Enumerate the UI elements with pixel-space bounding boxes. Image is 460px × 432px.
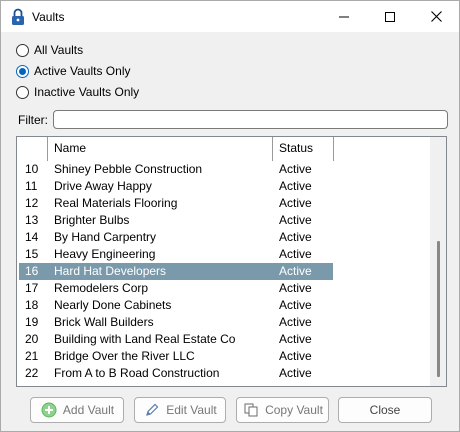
table-row[interactable]: 19 Brick Wall Builders Active [17, 314, 431, 331]
row-status: Active [279, 162, 312, 176]
row-number: 11 [25, 179, 38, 193]
row-name: Heavy Engineering [54, 247, 156, 261]
list-header: Name Status [17, 137, 431, 161]
row-status: Active [279, 349, 312, 363]
row-status: Active [279, 196, 312, 210]
table-row[interactable]: 16 Hard Hat Developers Active [17, 263, 431, 280]
table-row[interactable]: 22 From A to B Road Construction Active [17, 365, 431, 382]
scrollbar-thumb[interactable] [437, 241, 440, 377]
copy-vault-label: Copy Vault [265, 403, 323, 417]
row-number: 15 [25, 247, 39, 261]
row-number: 16 [25, 264, 39, 278]
row-number: 18 [25, 298, 39, 312]
table-row[interactable]: 15 Heavy Engineering Active [17, 246, 431, 263]
radio-label: All Vaults [34, 43, 84, 57]
radio-inactive-vaults[interactable]: Inactive Vaults Only [16, 85, 139, 99]
copy-vault-button[interactable]: Copy Vault [236, 397, 329, 423]
table-row[interactable]: 17 Remodelers Corp Active [17, 280, 431, 297]
row-status: Active [279, 366, 312, 380]
row-name: Drive Away Happy [54, 179, 152, 193]
table-row[interactable]: 20 Building with Land Real Estate Co Activ… [17, 331, 431, 348]
edit-vault-button[interactable]: Edit Vault [134, 397, 226, 423]
edit-vault-label: Edit Vault [166, 403, 217, 417]
table-row[interactable]: 12 Real Materials Flooring Active [17, 195, 431, 212]
vaults-list[interactable]: Name Status 10 Shiney Pebble Construction… [16, 136, 447, 387]
close-window-button[interactable] [413, 1, 459, 32]
row-name: Bridge Over the River LLC [54, 349, 195, 363]
padlock-icon [12, 8, 24, 25]
copy-icon [242, 401, 260, 419]
row-status: Active [279, 213, 312, 227]
row-name: Brighter Bulbs [54, 213, 130, 227]
row-number: 17 [25, 281, 39, 295]
row-name: Brick Wall Builders [54, 315, 154, 329]
add-icon [40, 401, 58, 419]
row-number: 13 [25, 213, 39, 227]
row-number: 10 [25, 162, 39, 176]
row-status: Active [279, 281, 312, 295]
table-row[interactable]: 21 Bridge Over the River LLC Active [17, 348, 431, 365]
table-row[interactable]: 18 Nearly Done Cabinets Active [17, 297, 431, 314]
row-number: 12 [25, 196, 39, 210]
row-number: 14 [25, 230, 39, 244]
row-status: Active [279, 298, 312, 312]
row-name: By Hand Carpentry [54, 230, 157, 244]
maximize-icon [385, 11, 395, 22]
radio-circle[interactable] [16, 43, 29, 57]
title-bar[interactable]: Vaults [1, 1, 459, 32]
maximize-button[interactable] [367, 1, 413, 32]
radio-circle[interactable] [16, 64, 29, 78]
table-row[interactable]: 11 Drive Away Happy Active [17, 178, 431, 195]
minimize-icon [339, 16, 349, 17]
table-row[interactable]: 10 Shiney Pebble Construction Active [17, 161, 431, 178]
radio-label: Inactive Vaults Only [34, 85, 140, 99]
radio-circle[interactable] [16, 85, 29, 99]
row-name: Remodelers Corp [54, 281, 149, 295]
row-number: 21 [25, 349, 39, 363]
filter-label: Filter: [18, 113, 48, 127]
radio-label: Active Vaults Only [34, 64, 131, 78]
row-name: Building with Land Real Estate Co [54, 332, 236, 346]
vaults-window: Vaults All Vaults Active Vaults Only Ina… [0, 0, 460, 432]
row-name: Nearly Done Cabinets [54, 298, 172, 312]
minimize-button[interactable] [321, 1, 367, 32]
column-separator[interactable] [333, 137, 334, 161]
table-row[interactable]: 14 By Hand Carpentry Active [17, 229, 431, 246]
row-name: From A to B Road Construction [54, 366, 220, 380]
row-number: 19 [25, 315, 39, 329]
row-name: Shiney Pebble Construction [54, 162, 203, 176]
row-name: Real Materials Flooring [54, 196, 178, 210]
add-vault-button[interactable]: Add Vault [30, 397, 124, 423]
radio-active-vaults[interactable]: Active Vaults Only [16, 64, 130, 78]
close-icon [430, 11, 442, 22]
row-status: Active [279, 264, 312, 278]
radio-all-vaults[interactable]: All Vaults [16, 43, 83, 57]
row-status: Active [279, 247, 312, 261]
pencil-icon [143, 401, 161, 419]
close-button[interactable]: Close [338, 397, 432, 423]
filter-input[interactable] [53, 110, 448, 129]
row-number: 22 [25, 366, 39, 380]
row-number: 20 [25, 332, 39, 346]
column-header-status[interactable]: Status [273, 137, 333, 161]
close-label: Close [369, 403, 401, 417]
window-title: Vaults [32, 10, 65, 24]
row-status: Active [279, 230, 312, 244]
row-status: Active [279, 332, 312, 346]
table-row[interactable]: 13 Brighter Bulbs Active [17, 212, 431, 229]
row-status: Active [279, 179, 312, 193]
column-header-name[interactable]: Name [48, 137, 272, 161]
list-rows: 10 Shiney Pebble Construction Active 11 Driv… [17, 161, 431, 382]
vertical-scrollbar[interactable] [430, 137, 446, 386]
row-status: Active [279, 315, 312, 329]
row-name: Hard Hat Developers [54, 264, 167, 278]
add-vault-label: Add Vault [62, 403, 115, 417]
